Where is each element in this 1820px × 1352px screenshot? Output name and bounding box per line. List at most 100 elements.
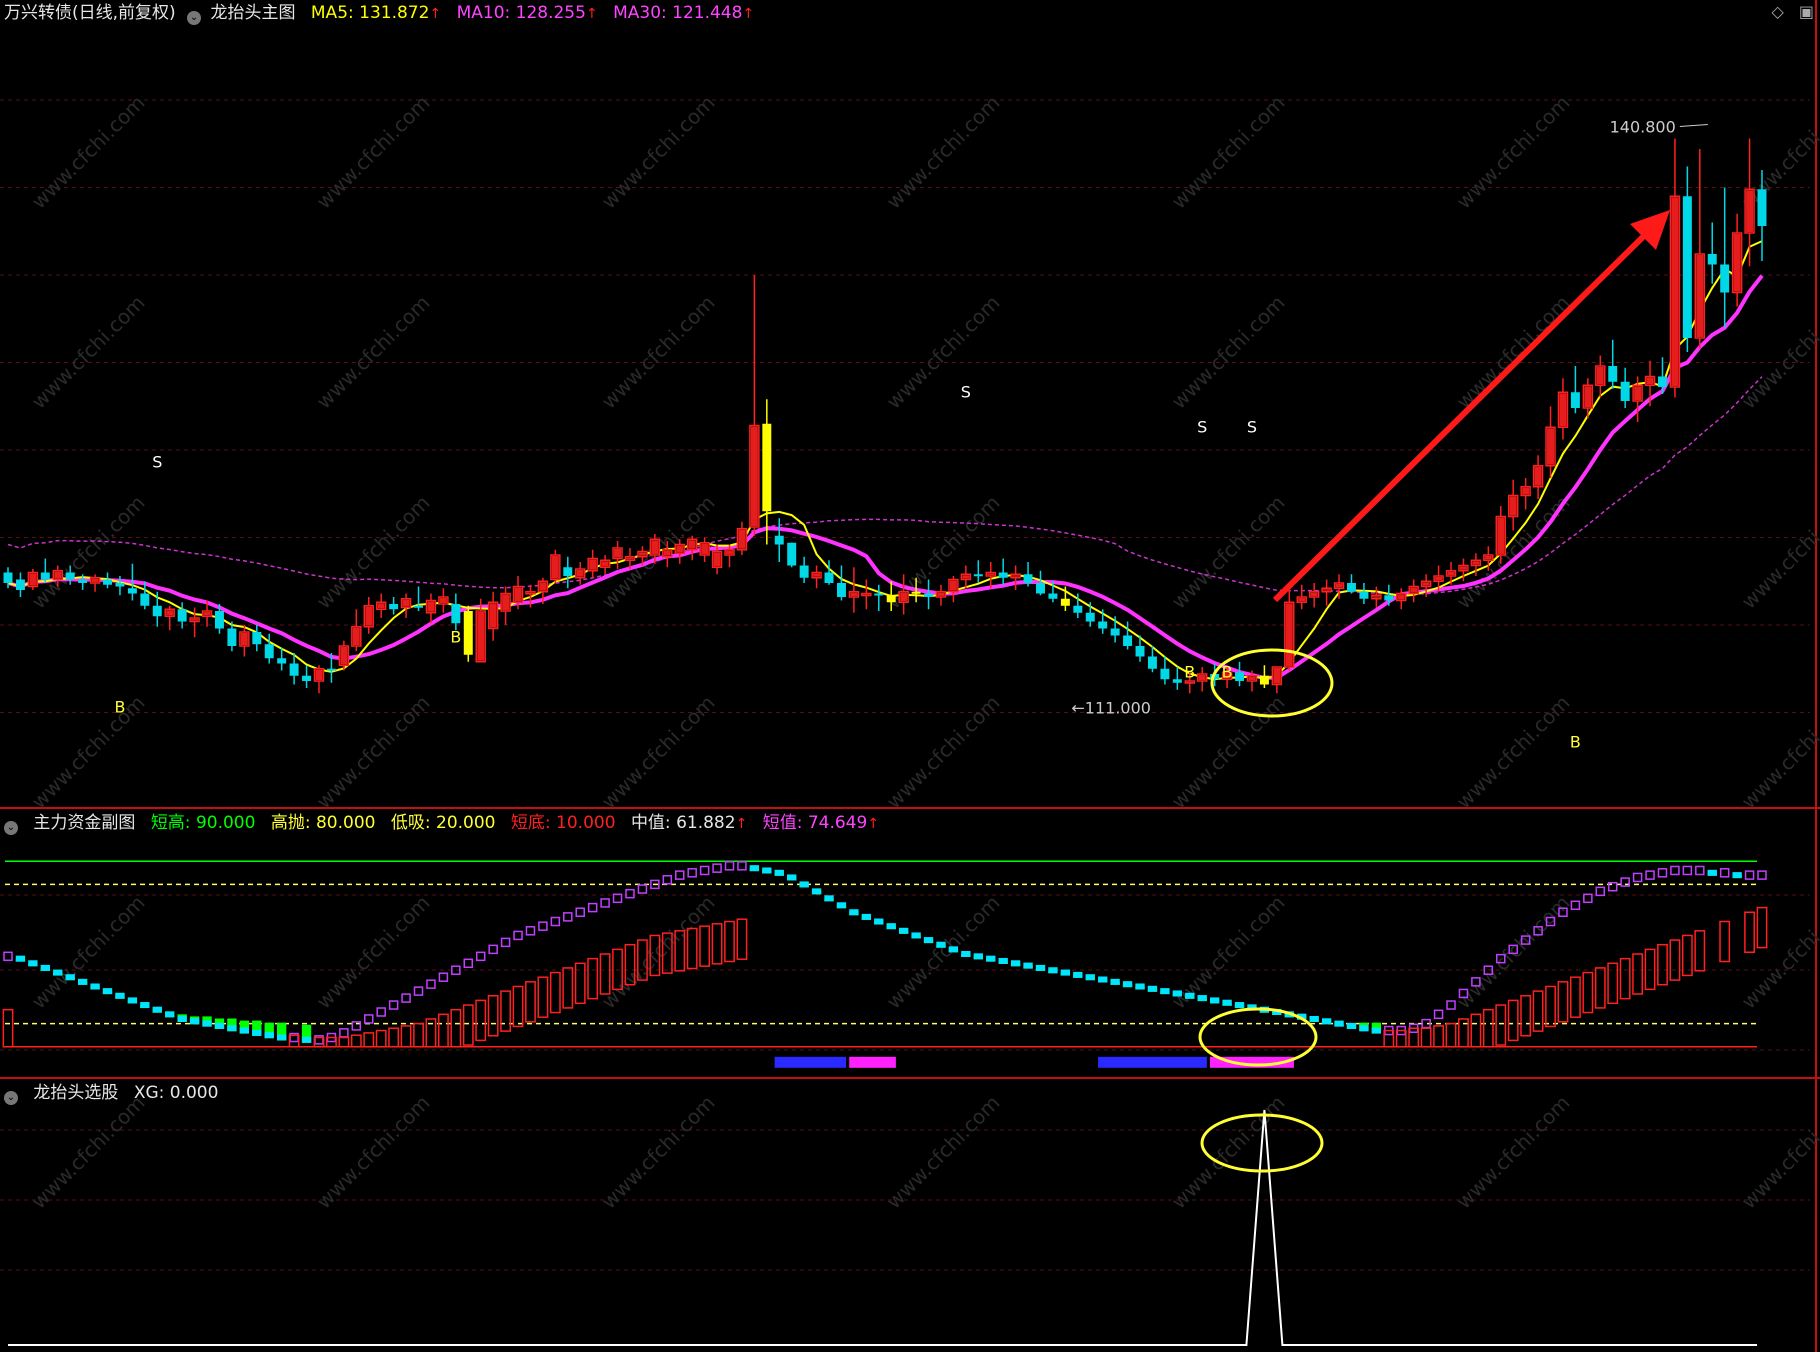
sub-indicator-name[interactable]: 主力资金副图 — [33, 813, 135, 833]
fund-bar-red — [1495, 1004, 1507, 1046]
median-label: 中值: 61.882 — [630, 813, 736, 833]
fund-bar-red — [1569, 976, 1581, 1018]
watermark-text: www.cfchi.com — [27, 91, 150, 214]
candle-body — [302, 675, 312, 681]
candle-body — [1658, 376, 1667, 387]
fund-square-purple — [438, 972, 449, 982]
fund-bar-red — [711, 923, 723, 965]
candle-body-fill — [701, 543, 709, 554]
fund-bar-cyan — [1707, 869, 1717, 876]
candle-body-fill — [813, 573, 821, 577]
candle-body-fill — [900, 592, 908, 602]
candle-body-fill — [1285, 603, 1293, 666]
candle-body-fill — [726, 550, 733, 554]
candle-body-fill — [1559, 393, 1567, 427]
candle-body — [1110, 628, 1120, 636]
candle-body-fill — [1298, 598, 1306, 602]
ma5-label: MA5: 131.872 — [310, 3, 430, 23]
chevron-down-icon[interactable]: ⌄ — [4, 821, 18, 835]
fund-bar-red — [512, 985, 524, 1028]
fund-square-purple — [724, 861, 735, 871]
candle-body — [1048, 593, 1058, 599]
watermark-text: www.cfchi.com — [882, 691, 1005, 814]
candle-body — [1073, 605, 1083, 613]
candle-body — [1123, 635, 1133, 646]
fund-bar-cyan — [165, 1011, 175, 1018]
candle-body-fill — [240, 633, 248, 645]
main-header: 万兴转债(日线,前复权) ⌄ 龙抬头主图 MA5: 131.872↑ MA10:… — [0, 0, 764, 26]
fund-bar-red — [1557, 981, 1569, 1023]
main-indicator-name[interactable]: 龙抬头主图 — [210, 3, 295, 23]
short-value-up-icon: ↑ — [867, 816, 880, 832]
candle-body — [1023, 574, 1033, 583]
candle-body-fill — [589, 559, 597, 570]
fund-bar-cyan — [961, 951, 971, 957]
candle-body — [103, 579, 112, 585]
fund-bar-cyan — [1073, 971, 1083, 978]
candle-body — [1036, 583, 1045, 594]
candle-body — [214, 611, 224, 629]
fund-square-purple — [637, 884, 648, 894]
candle-body — [1147, 656, 1157, 669]
ma10-up-icon: ↑ — [585, 6, 598, 22]
buy-signal-mark: B — [114, 698, 125, 717]
candle-body — [1359, 591, 1369, 599]
watermark-text: www.cfchi.com — [1737, 491, 1820, 614]
fund-bar-red — [1694, 930, 1706, 972]
candle-body-fill — [1646, 377, 1654, 385]
fund-bar-red — [1470, 1013, 1482, 1048]
watermark-text: www.cfchi.com — [882, 91, 1005, 214]
chevron-down-icon[interactable]: ⌄ — [187, 11, 202, 25]
ma5-up-icon: ↑ — [429, 6, 442, 22]
candle-body-fill — [514, 587, 522, 602]
candle-body-fill — [1012, 575, 1020, 577]
xg-indicator-name[interactable]: 龙抬头选股 — [33, 1083, 118, 1103]
candle-body — [264, 644, 274, 659]
fund-bar-cyan — [115, 992, 125, 999]
fund-bar-cyan — [189, 1018, 200, 1025]
ma30-up-icon: ↑ — [742, 6, 755, 22]
fund-bar-cyan — [1222, 999, 1232, 1006]
watermarks: www.cfchi.com www.cfchi.com www.cfchi.com w… — [27, 91, 1820, 1214]
fund-bar-red — [1420, 1027, 1432, 1048]
candle-body-fill — [738, 529, 746, 549]
watermark-text: www.cfchi.com — [597, 91, 720, 214]
watermark-text: www.cfchi.com — [312, 91, 435, 214]
candle-body-fill — [1497, 517, 1505, 554]
xg-value-label: XG: 0.000 — [133, 1083, 219, 1103]
fund-bar-cyan — [811, 888, 822, 895]
candle-body-fill — [1484, 556, 1492, 560]
watermark-text: www.cfchi.com — [1737, 691, 1820, 814]
candle-body-fill — [377, 603, 385, 609]
fund-bar-cyan — [1147, 985, 1158, 992]
fund-bar-red — [1744, 911, 1755, 953]
fund-bar-cyan — [774, 869, 784, 876]
fund-bar-cyan — [202, 1020, 212, 1027]
annotations — [1198, 210, 1670, 1173]
candle-body — [924, 593, 934, 597]
candle-body — [973, 574, 983, 577]
fund-square-purple — [674, 870, 685, 880]
expand-icon[interactable]: ▣ — [1799, 2, 1814, 21]
candle-body-fill — [1547, 428, 1555, 465]
fund-bar-cyan — [1321, 1018, 1332, 1025]
fund-square-purple — [625, 888, 635, 899]
diamond-icon[interactable]: ◇ — [1771, 2, 1783, 21]
candle-body-fill — [29, 573, 37, 586]
watermark-text: www.cfchi.com — [27, 291, 150, 414]
watermark-text: www.cfchi.com — [27, 1091, 150, 1214]
fund-bar-cyan — [252, 1029, 262, 1036]
chevron-down-icon[interactable]: ⌄ — [4, 1091, 18, 1105]
candle-body — [1060, 598, 1070, 606]
security-title[interactable]: 万兴转债(日线,前复权) — [4, 3, 176, 23]
candle-body — [65, 572, 75, 580]
watermark-text: www.cfchi.com — [312, 491, 435, 614]
watermark-text: www.cfchi.com — [1452, 1091, 1575, 1214]
fund-bar-cyan — [1359, 1025, 1369, 1032]
watermark-text: www.cfchi.com — [1167, 291, 1290, 414]
fund-square-purple — [1670, 865, 1680, 876]
fund-bar-red — [500, 990, 512, 1032]
fund-square-purple — [1744, 870, 1755, 880]
highlight-ellipse — [1198, 1007, 1318, 1067]
fund-bar-red — [1619, 957, 1631, 1000]
